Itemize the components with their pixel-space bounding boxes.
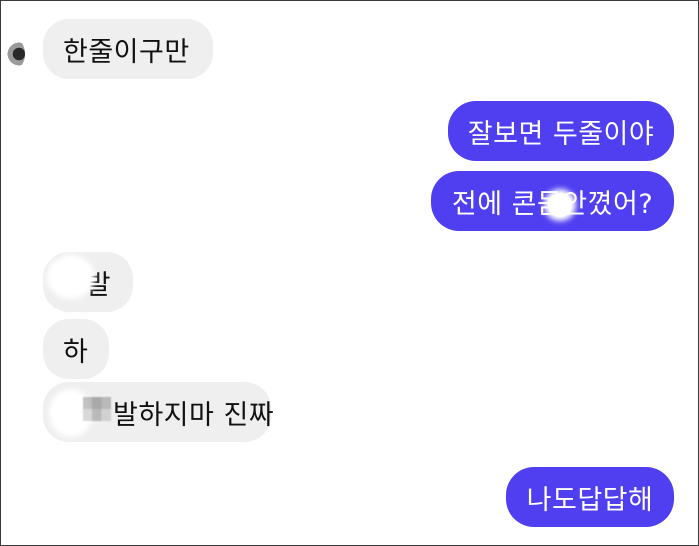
incoming-message-bubble[interactable]: 하 <box>43 319 109 379</box>
sender-avatar[interactable] <box>5 39 25 69</box>
message-text: 한줄이구만 <box>63 36 190 68</box>
redaction-smudge <box>548 193 572 217</box>
outgoing-message-bubble[interactable]: 잘보면 두줄이야 <box>448 101 674 161</box>
redaction-smudge <box>51 259 91 295</box>
outgoing-message-bubble[interactable]: 나도답답해 <box>506 467 674 527</box>
message-text: 하 <box>63 336 89 368</box>
redaction-mosaic <box>83 397 111 421</box>
message-text: 잘보면 두줄이야 <box>467 118 655 150</box>
message-text: 발하지마 진짜 <box>113 399 275 431</box>
chat-window: 한줄이구만 잘보면 두줄이야 전에 콘돔안꼈어? 발 하 발하지마 진짜 나도답… <box>0 0 699 546</box>
incoming-message-bubble[interactable]: 한줄이구만 <box>43 19 213 79</box>
message-text: 나도답답해 <box>526 484 654 516</box>
